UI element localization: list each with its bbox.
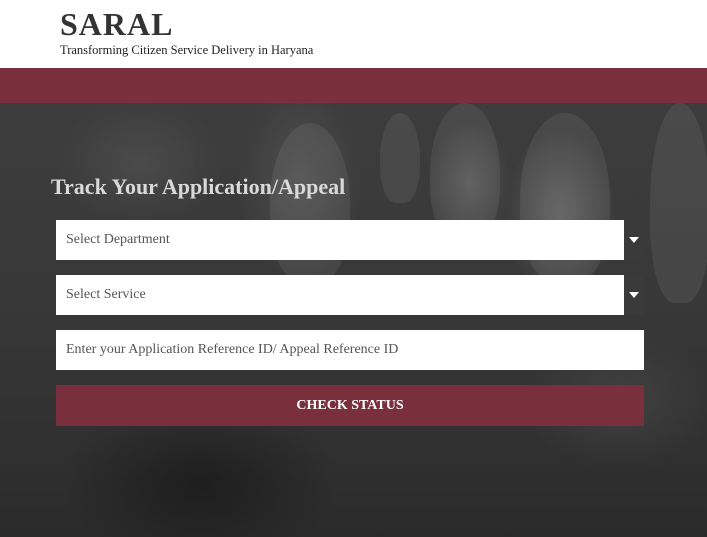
service-select-value: Select Service — [66, 287, 146, 302]
site-header: SARAL Transforming Citizen Service Deliv… — [0, 0, 707, 68]
hero-section: Track Your Application/Appeal Select Dep… — [0, 103, 707, 537]
caret-down-icon — [629, 237, 639, 243]
nav-band — [0, 68, 707, 103]
department-select[interactable]: Select Department — [56, 220, 644, 260]
background-photo-figure — [650, 103, 707, 303]
service-dropdown-toggle[interactable] — [624, 275, 644, 315]
check-status-button[interactable]: CHECK STATUS — [56, 385, 644, 426]
form-title: Track Your Application/Appeal — [51, 174, 346, 199]
site-tagline: Transforming Citizen Service Delivery in… — [60, 43, 314, 57]
service-select[interactable]: Select Service — [56, 275, 644, 315]
site-logo-text[interactable]: SARAL — [60, 4, 173, 44]
reference-id-placeholder: Enter your Application Reference ID/ App… — [66, 342, 399, 357]
department-select-value: Select Department — [66, 232, 170, 247]
department-dropdown-toggle[interactable] — [624, 220, 644, 260]
caret-down-icon — [629, 292, 639, 298]
reference-id-input[interactable]: Enter your Application Reference ID/ App… — [56, 330, 644, 370]
background-photo-figure — [380, 113, 420, 203]
